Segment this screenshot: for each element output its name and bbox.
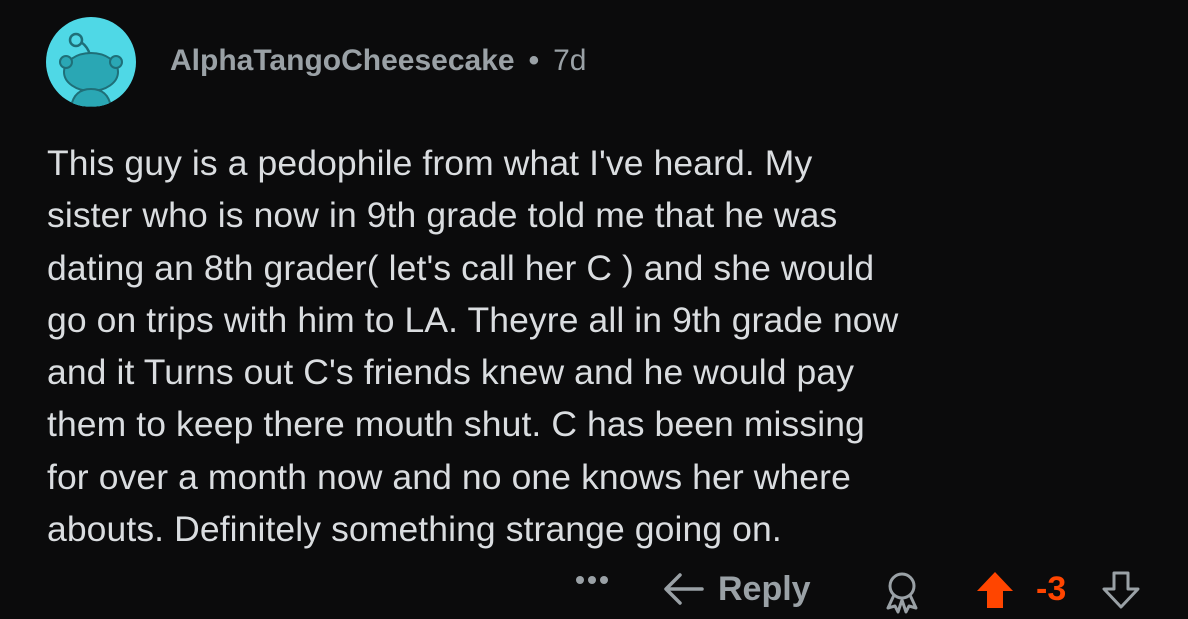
downvote-button[interactable] [1101, 570, 1141, 610]
award-button[interactable] [882, 570, 922, 614]
comment-line: dating an 8th grader( let's call her C )… [47, 247, 875, 288]
comment-line: for over a month now and no one knows he… [47, 456, 851, 497]
downvote-arrow-icon [1102, 571, 1140, 609]
reply-button[interactable]: Reply [662, 566, 811, 612]
reply-label: Reply [718, 569, 811, 608]
comment-line: This guy is a pedophile from what I've h… [47, 143, 813, 183]
reply-arrow-icon [664, 573, 704, 605]
comment: AlphaTangoCheesecake • 7d This guy is a … [0, 0, 1188, 619]
upvote-button[interactable] [975, 570, 1015, 610]
vote-score: -3 [1036, 570, 1067, 608]
avatar[interactable] [46, 17, 136, 107]
comment-meta: AlphaTangoCheesecake • 7d [170, 44, 586, 78]
more-options-icon [576, 576, 608, 584]
comment-age: 7d [553, 44, 587, 77]
comment-body: This guy is a pedophile from what I've h… [47, 137, 1167, 555]
comment-line: sister who is now in 9th grade told me t… [47, 195, 838, 236]
upvote-arrow-icon [977, 572, 1013, 608]
comment-actions: Reply -3 [0, 566, 1188, 614]
comment-line: and it Turns out C's friends knew and he… [47, 352, 855, 393]
meta-separator: • [528, 44, 540, 77]
more-options-button[interactable] [574, 574, 610, 586]
comment-line: go on trips with him to LA. Theyre all i… [47, 299, 899, 340]
comment-line: them to keep there mouth shut. C has bee… [47, 404, 865, 445]
snoo-avatar-icon [59, 32, 123, 107]
username[interactable]: AlphaTangoCheesecake [170, 44, 515, 78]
award-icon [886, 572, 918, 614]
comment-line: abouts. Definitely something strange goi… [47, 509, 782, 550]
